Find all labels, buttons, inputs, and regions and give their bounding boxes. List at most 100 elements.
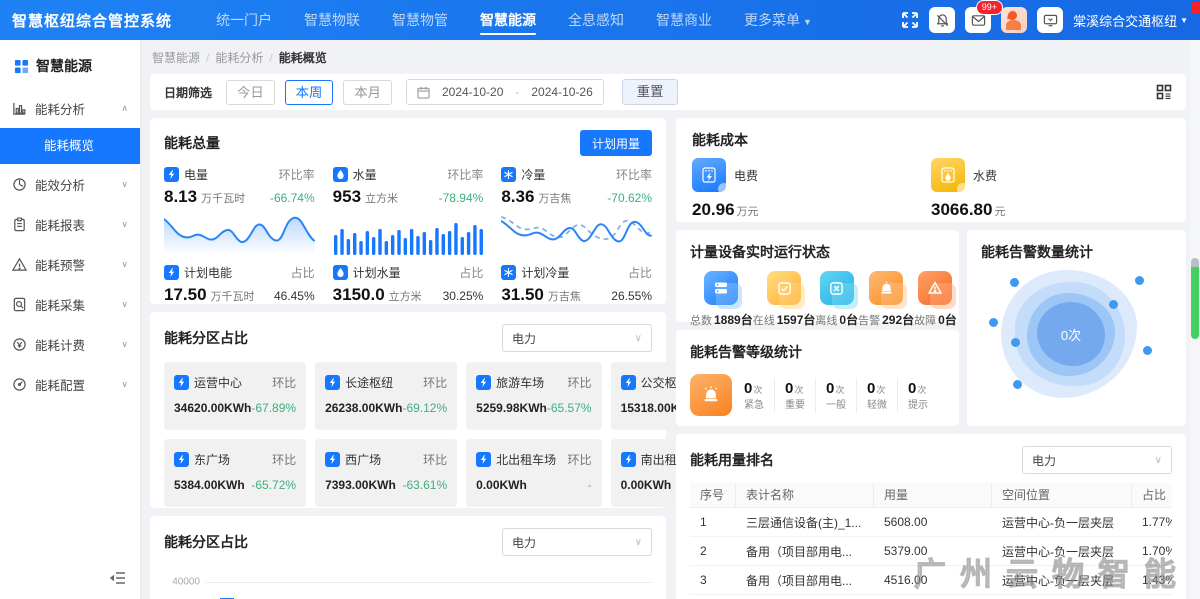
alarm-levels-title: 能耗告警等级统计 bbox=[690, 344, 802, 360]
bubble-dot bbox=[1135, 276, 1144, 285]
coin-icon bbox=[12, 337, 27, 352]
device-alarm-icon bbox=[869, 271, 903, 305]
cooling-lines-sparkline bbox=[501, 211, 652, 255]
menu-item-business[interactable]: 智慧商业 bbox=[640, 0, 728, 40]
zone-chart-title: 能耗分区占比 bbox=[164, 532, 248, 552]
meter-icon bbox=[325, 375, 340, 390]
sidebar-item-energy-warning[interactable]: 能耗预警∨ bbox=[0, 244, 140, 284]
alarm-bubble-core: 0次 bbox=[1037, 302, 1105, 366]
table-row[interactable]: 4 备用_2D607-3 4094.00 运营中心-负一层夹层 1.29% bbox=[690, 595, 1172, 599]
bubble-dot bbox=[1109, 300, 1118, 309]
bubble-dot bbox=[1011, 338, 1020, 347]
energy-type-dropdown[interactable]: 电力∨ bbox=[502, 528, 652, 556]
mute-notifications-button[interactable] bbox=[929, 7, 955, 33]
top-navbar: 智慧枢纽综合管控系统 统一门户 智慧物联 智慧物管 智慧能源 全息感知 智慧商业… bbox=[0, 0, 1200, 40]
unread-count-badge: 99+ bbox=[976, 0, 1003, 15]
table-row[interactable]: 3 备用（项目部用电... 4516.00 运营中心-负一层夹层 1.43% bbox=[690, 566, 1172, 595]
chevron-down-icon: ∨ bbox=[121, 259, 128, 270]
sidebar-item-energy-collection[interactable]: 能耗采集∨ bbox=[0, 284, 140, 324]
sidebar: 智慧能源 能耗分析∧ 能耗概览 能效分析∨ 能耗报表∨ 能耗预警∨ 能耗采集∨ bbox=[0, 40, 140, 599]
zone-bar-chart: 40000 30000 bbox=[164, 568, 652, 599]
planned-usage-button[interactable]: 计划用量 bbox=[580, 130, 652, 156]
breadcrumb-separator: / bbox=[206, 51, 209, 65]
meter-icon bbox=[325, 452, 340, 467]
quick-week-button[interactable]: 本周 bbox=[285, 80, 334, 105]
plan-water-icon bbox=[333, 265, 348, 280]
calendar-icon bbox=[417, 86, 430, 99]
date-range-picker[interactable]: 2024-10-20 - 2024-10-26 bbox=[406, 79, 604, 105]
reset-button[interactable]: 重置 bbox=[622, 79, 679, 105]
siren-icon bbox=[690, 374, 732, 416]
sidebar-item-energy-report[interactable]: 能耗报表∨ bbox=[0, 204, 140, 244]
zone-tile-north-taxi-lot: 北出租车场环比 0.00KWh- bbox=[466, 439, 601, 507]
alarm-level-general: 0次 一般 bbox=[815, 378, 856, 413]
fullscreen-icon[interactable] bbox=[901, 11, 919, 29]
gauge-icon bbox=[12, 377, 27, 392]
sidebar-item-efficiency-analysis[interactable]: 能效分析∨ bbox=[0, 164, 140, 204]
sidebar-collapse-icon[interactable] bbox=[110, 571, 126, 585]
scrollbar-thumb[interactable] bbox=[1191, 267, 1199, 339]
device-status-title: 计量设备实时运行状态 bbox=[690, 244, 830, 260]
breadcrumb: 智慧能源/能耗分析/能耗概览 bbox=[150, 47, 1186, 74]
alarm-count-card: 能耗告警数量统计 0次 bbox=[967, 230, 1186, 426]
alarm-count-value: 0次 bbox=[1061, 325, 1081, 344]
menu-item-sensing[interactable]: 全息感知 bbox=[552, 0, 640, 40]
warning-triangle-icon bbox=[12, 257, 27, 272]
chevron-down-icon: ∨ bbox=[121, 179, 128, 190]
water-bars-sparkline bbox=[333, 211, 484, 255]
breadcrumb-energy[interactable]: 智慧能源 bbox=[152, 51, 200, 65]
cost-water: 水费 3066.80元 bbox=[931, 158, 1170, 220]
metric-water: 水量 环比率 953 立方米 -78.94% bbox=[333, 166, 484, 258]
sidebar-item-energy-config[interactable]: 能耗配置∨ bbox=[0, 364, 140, 404]
cost-electricity: 电费 20.96万元 bbox=[692, 158, 931, 220]
energy-cost-card: 能耗成本 电费 20.96万元 bbox=[676, 118, 1186, 222]
start-date: 2024-10-20 bbox=[442, 85, 503, 99]
table-row[interactable]: 2 备用（项目部用电... 5379.00 运营中心-负一层夹层 1.70% bbox=[690, 537, 1172, 566]
page-scrollbar bbox=[1190, 40, 1200, 599]
sidebar-title: 智慧能源 bbox=[0, 40, 140, 88]
energy-total-card: 能耗总量 计划用量 电量 环比率 8.13 bbox=[150, 118, 666, 304]
bubble-dot bbox=[989, 318, 998, 327]
sidebar-item-energy-billing[interactable]: 能耗计费∨ bbox=[0, 324, 140, 364]
menu-item-iot[interactable]: 智慧物联 bbox=[288, 0, 376, 40]
screen-button[interactable] bbox=[1037, 7, 1063, 33]
quick-today-button[interactable]: 今日 bbox=[226, 80, 275, 105]
pie-clock-icon bbox=[12, 177, 27, 192]
avatar[interactable] bbox=[1001, 7, 1027, 33]
table-row[interactable]: 1 三层通信设备(主)_1... 5608.00 运营中心-负一层夹层 1.77… bbox=[690, 508, 1172, 537]
menu-item-more[interactable]: 更多菜单▼ bbox=[728, 0, 828, 40]
org-switcher[interactable]: 棠溪综合交通枢纽▼ bbox=[1073, 11, 1188, 30]
menu-item-portal[interactable]: 统一门户 bbox=[200, 0, 288, 40]
breadcrumb-analysis[interactable]: 能耗分析 bbox=[215, 51, 263, 65]
zone-tile-east-square: 东广场环比 5384.00KWh-65.72% bbox=[164, 439, 306, 507]
alarm-level-important: 0次 重要 bbox=[774, 378, 815, 413]
metric-electricity: 电量 环比率 8.13 万千瓦时 -66.74% bbox=[164, 166, 315, 258]
energy-type-dropdown[interactable]: 电力∨ bbox=[1022, 446, 1172, 474]
layout-grid-icon[interactable] bbox=[1156, 84, 1172, 100]
plan-electric-icon bbox=[164, 265, 179, 280]
alarm-level-minor: 0次 轻微 bbox=[856, 378, 897, 413]
clipboard-icon bbox=[12, 217, 27, 232]
ranking-title: 能耗用量排名 bbox=[690, 450, 774, 470]
energy-type-dropdown[interactable]: 电力∨ bbox=[502, 324, 652, 352]
bell-muted-icon bbox=[935, 13, 950, 28]
chevron-down-icon: ∨ bbox=[121, 219, 128, 230]
alarm-level-hint: 0次 提示 bbox=[897, 378, 938, 413]
device-total: 总数1889台 bbox=[690, 271, 753, 328]
quick-month-button[interactable]: 本月 bbox=[343, 80, 392, 105]
zone-ratio-card: 能耗分区占比 电力∨ 运营中心环比 34620.00KWh-67.89% 长途枢… bbox=[150, 312, 666, 508]
plan-electricity: 计划电能 占比 17.50 万千瓦时 46.45% bbox=[164, 264, 315, 305]
menu-item-energy[interactable]: 智慧能源 bbox=[464, 0, 552, 40]
messages-button[interactable]: 99+ bbox=[965, 7, 991, 33]
bar-chart-icon bbox=[12, 101, 27, 116]
sidebar-item-energy-overview[interactable]: 能耗概览 bbox=[0, 128, 140, 164]
chevron-down-icon: ▼ bbox=[803, 17, 812, 27]
chevron-down-icon: ▼ bbox=[1180, 16, 1188, 25]
device-total-icon bbox=[704, 271, 738, 305]
menu-item-property[interactable]: 智慧物管 bbox=[376, 0, 464, 40]
corner-red-tab bbox=[1191, 2, 1200, 14]
sidebar-item-energy-analysis[interactable]: 能耗分析∧ bbox=[0, 88, 140, 128]
main-content: 智慧能源/能耗分析/能耗概览 日期筛选 今日 本周 本月 2024-10-20 … bbox=[140, 40, 1200, 599]
breadcrumb-separator: / bbox=[269, 51, 272, 65]
filter-label: 日期筛选 bbox=[164, 84, 212, 101]
